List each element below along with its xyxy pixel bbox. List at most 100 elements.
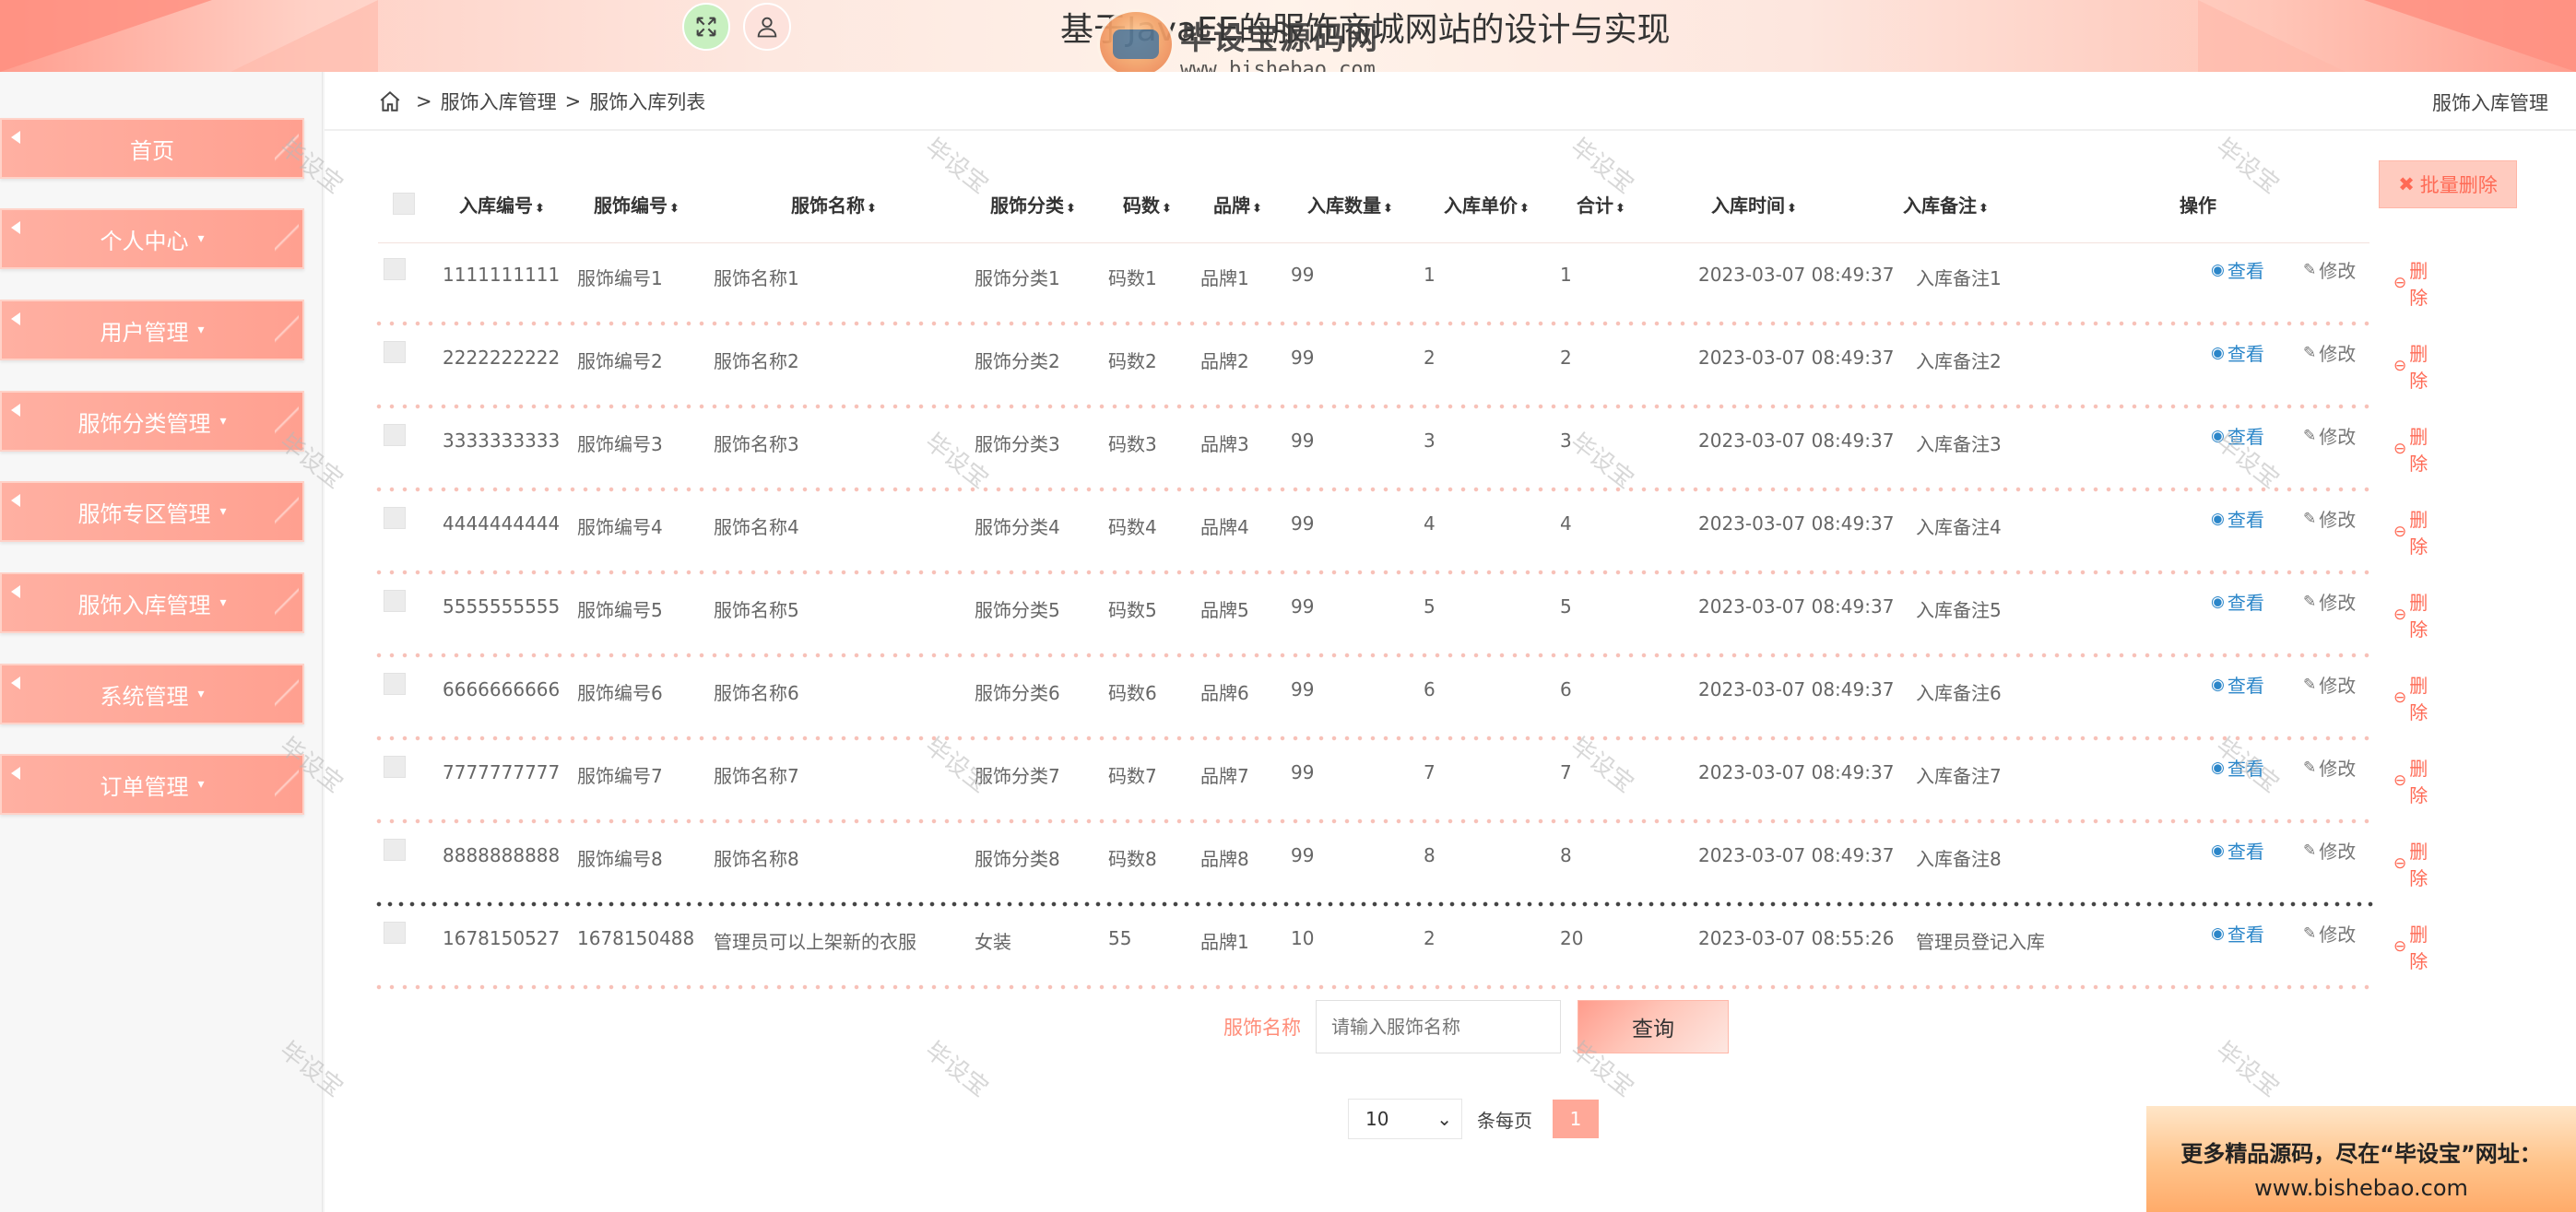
row-checkbox[interactable] bbox=[384, 590, 406, 612]
edit-button[interactable]: ✎ 修改 bbox=[2303, 505, 2356, 532]
column-header-stock-in-time[interactable]: 入库时间 ⬍ bbox=[1711, 191, 1797, 218]
search-button[interactable]: 查询 bbox=[1578, 1000, 1729, 1053]
cell-total: 7 bbox=[1560, 761, 1572, 783]
sidebar-item-profile[interactable]: 个人中心 ▾ bbox=[0, 208, 304, 269]
row-checkbox[interactable] bbox=[384, 507, 406, 529]
column-header-clothing-no[interactable]: 服饰编号 ⬍ bbox=[594, 191, 679, 218]
sidebar-item-system[interactable]: 系统管理 ▾ bbox=[0, 664, 304, 724]
column-header-total[interactable]: 合计 ⬍ bbox=[1577, 191, 1625, 218]
delete-button[interactable]: ⊖ 删除 bbox=[2393, 588, 2428, 641]
sidebar-item-home[interactable]: 首页 bbox=[0, 118, 304, 179]
cell-unit-price: 4 bbox=[1424, 512, 1436, 535]
sidebar-item-clothing-category[interactable]: 服饰分类管理 ▾ bbox=[0, 391, 304, 452]
table-row: 3333333333 服饰编号3 服饰名称3 服饰分类3 码数3 品牌3 99 3 3 2023-… bbox=[376, 409, 2428, 492]
cell-clothing-category: 服饰分类3 bbox=[975, 433, 1060, 455]
cell-stock-in-no: 8888888888 bbox=[443, 844, 561, 866]
row-checkbox[interactable] bbox=[384, 839, 406, 861]
row-checkbox[interactable] bbox=[384, 756, 406, 778]
view-button[interactable]: ◉ 查看 bbox=[2211, 671, 2264, 698]
pagination: 10 ⌄ 条每页 1 bbox=[1348, 1099, 1599, 1139]
cell-stock-in-no: 4444444444 bbox=[443, 512, 561, 535]
cell-unit-price: 3 bbox=[1424, 429, 1436, 452]
view-button[interactable]: ◉ 查看 bbox=[2211, 754, 2264, 781]
edit-button[interactable]: ✎ 修改 bbox=[2303, 754, 2356, 781]
view-button[interactable]: ◉ 查看 bbox=[2211, 837, 2264, 864]
ad-banner[interactable]: 更多精品源码，尽在“毕设宝”网址： www.bishebao.com bbox=[2146, 1106, 2576, 1212]
edit-button[interactable]: ✎ 修改 bbox=[2303, 588, 2356, 615]
chevron-down-icon: ▾ bbox=[219, 414, 227, 429]
column-header-quantity[interactable]: 入库数量 ⬍ bbox=[1307, 191, 1393, 218]
page-button-current[interactable]: 1 bbox=[1553, 1100, 1599, 1138]
sidebar-item-orders[interactable]: 订单管理 ▾ bbox=[0, 754, 304, 815]
column-header-unit-price[interactable]: 入库单价 ⬍ bbox=[1444, 191, 1530, 218]
delete-button[interactable]: ⊖ 删除 bbox=[2393, 505, 2428, 559]
row-checkbox[interactable] bbox=[384, 673, 406, 695]
delete-button[interactable]: ⊖ 删除 bbox=[2393, 339, 2428, 393]
sidebar-item-users[interactable]: 用户管理 ▾ bbox=[0, 300, 304, 360]
view-button[interactable]: ◉ 查看 bbox=[2211, 339, 2264, 366]
table-row: 1111111111 服饰编号1 服饰名称1 服饰分类1 码数1 品牌1 99 1 1 2023-… bbox=[376, 243, 2428, 326]
cell-clothing-category: 服饰分类5 bbox=[975, 599, 1060, 621]
sidebar-item-clothing-zone[interactable]: 服饰专区管理 ▾ bbox=[0, 481, 304, 542]
sidebar-item-label: 服饰分类管理 bbox=[77, 410, 211, 437]
home-icon[interactable] bbox=[378, 89, 402, 113]
column-header-clothing-name[interactable]: 服饰名称 ⬍ bbox=[791, 191, 877, 218]
sort-icon: ⬍ bbox=[535, 201, 545, 216]
delete-button[interactable]: ⊖ 删除 bbox=[2393, 256, 2428, 310]
eye-icon: ◉ bbox=[2211, 509, 2225, 528]
edit-button[interactable]: ✎ 修改 bbox=[2303, 837, 2356, 864]
batch-delete-label: 批量删除 bbox=[2419, 174, 2498, 196]
column-header-remark[interactable]: 入库备注 ⬍ bbox=[1903, 191, 1989, 218]
breadcrumb-level2: 服饰入库列表 bbox=[589, 91, 706, 113]
edit-button[interactable]: ✎ 修改 bbox=[2303, 671, 2356, 698]
row-checkbox[interactable] bbox=[384, 424, 406, 446]
cell-clothing-no: 服饰编号3 bbox=[577, 433, 663, 455]
view-button[interactable]: ◉ 查看 bbox=[2211, 505, 2264, 532]
table-row: 4444444444 服饰编号4 服饰名称4 服饰分类4 码数4 品牌4 99 4 4 2023-… bbox=[376, 492, 2428, 575]
view-button[interactable]: ◉ 查看 bbox=[2211, 256, 2264, 283]
expand-icon bbox=[696, 17, 716, 37]
column-header-brand[interactable]: 品牌 ⬍ bbox=[1213, 191, 1262, 218]
cell-brand: 品牌1 bbox=[1200, 267, 1249, 289]
delete-button[interactable]: ⊖ 删除 bbox=[2393, 754, 2428, 807]
delete-button[interactable]: ⊖ 删除 bbox=[2393, 422, 2428, 476]
view-button[interactable]: ◉ 查看 bbox=[2211, 920, 2264, 947]
select-all-checkbox[interactable] bbox=[393, 193, 415, 215]
cell-clothing-name: 服饰名称5 bbox=[714, 599, 799, 621]
row-checkbox[interactable] bbox=[384, 922, 406, 944]
cell-size: 码数5 bbox=[1108, 599, 1157, 621]
cell-stock-in-time: 2023-03-07 08:49:37 bbox=[1698, 512, 1895, 535]
page-size-select[interactable]: 10 ⌄ bbox=[1348, 1099, 1462, 1139]
view-button[interactable]: ◉ 查看 bbox=[2211, 422, 2264, 449]
sidebar-item-clothing-stock-in[interactable]: 服饰入库管理 ▾ bbox=[0, 572, 304, 633]
view-button-label: 查看 bbox=[2227, 924, 2264, 946]
sort-icon: ⬍ bbox=[1787, 201, 1797, 216]
delete-button[interactable]: ⊖ 删除 bbox=[2393, 671, 2428, 724]
breadcrumb: > 服饰入库管理 > 服饰入库列表 bbox=[378, 85, 705, 118]
delete-button[interactable]: ⊖ 删除 bbox=[2393, 920, 2428, 973]
fullscreen-button[interactable] bbox=[682, 3, 730, 51]
chevron-down-icon: ⌄ bbox=[1436, 1108, 1452, 1130]
row-checkbox[interactable] bbox=[384, 258, 406, 280]
batch-delete-button[interactable]: ✖ 批量删除 bbox=[2379, 160, 2517, 208]
edit-button[interactable]: ✎ 修改 bbox=[2303, 920, 2356, 947]
breadcrumb-level1[interactable]: 服饰入库管理 bbox=[441, 88, 557, 115]
view-button[interactable]: ◉ 查看 bbox=[2211, 588, 2264, 615]
edit-button[interactable]: ✎ 修改 bbox=[2303, 422, 2356, 449]
column-header-clothing-category[interactable]: 服饰分类 ⬍ bbox=[990, 191, 1076, 218]
search-input[interactable] bbox=[1316, 1000, 1561, 1053]
row-checkbox[interactable] bbox=[384, 341, 406, 363]
edit-button[interactable]: ✎ 修改 bbox=[2303, 256, 2356, 283]
cell-stock-in-time: 2023-03-07 08:49:37 bbox=[1698, 429, 1895, 452]
column-header-stock-in-no[interactable]: 入库编号 ⬍ bbox=[459, 191, 545, 218]
cell-quantity: 99 bbox=[1291, 429, 1315, 452]
table-row: 2222222222 服饰编号2 服饰名称2 服饰分类2 码数2 品牌2 99 2 2 2023-… bbox=[376, 326, 2428, 409]
cell-total: 1 bbox=[1560, 264, 1572, 286]
edit-button[interactable]: ✎ 修改 bbox=[2303, 339, 2356, 366]
edit-button-label: 修改 bbox=[2319, 260, 2357, 282]
user-button[interactable] bbox=[743, 3, 791, 51]
delete-button[interactable]: ⊖ 删除 bbox=[2393, 837, 2428, 890]
column-header-size[interactable]: 码数 ⬍ bbox=[1123, 191, 1172, 218]
minus-circle-icon: ⊖ bbox=[2393, 688, 2407, 707]
cell-remark: 入库备注4 bbox=[1916, 516, 2002, 538]
